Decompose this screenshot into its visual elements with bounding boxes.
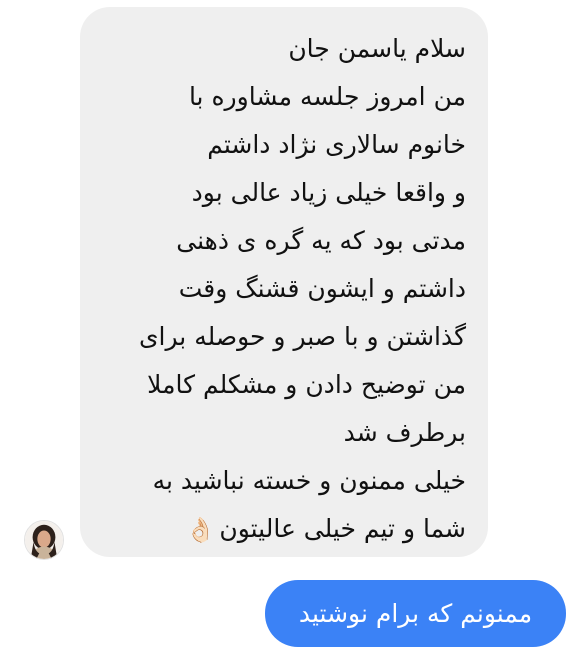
message-line: داشتم و ایشون قشنگ وقت	[178, 274, 466, 303]
message-line: برطرف شد	[343, 418, 466, 447]
ok-hand-icon: 👌🏻	[185, 516, 216, 544]
chat-thread: سلام یاسمن جان من امروز جلسه مشاوره با خ…	[0, 0, 576, 663]
sender-avatar[interactable]	[24, 520, 64, 560]
profile-photo-icon	[25, 521, 63, 559]
message-line: مدتی بود که یه گره ی ذهنی	[176, 226, 466, 255]
message-line: خانوم سالاری نژاد داشتم	[207, 130, 466, 159]
message-last-line: شما و تیم خیلی عالیتون👌🏻	[102, 505, 466, 554]
message-line-text: شما و تیم خیلی عالیتون	[219, 514, 466, 543]
message-line: سلام یاسمن جان	[288, 34, 466, 63]
message-line: و واقعا خیلی زیاد عالی بود	[191, 178, 466, 207]
message-line: گذاشتن و با صبر و حوصله برای	[138, 322, 466, 351]
outgoing-message-bubble[interactable]: ممنونم که برام نوشتید	[265, 580, 566, 647]
message-line: خیلی ممنون و خسته نباشید به	[152, 466, 466, 495]
message-line: من امروز جلسه مشاوره با	[188, 82, 466, 111]
message-line: من توضیح دادن و مشکلم کاملا	[147, 370, 466, 399]
outgoing-message-text: ممنونم که برام نوشتید	[298, 599, 533, 628]
incoming-message-bubble[interactable]: سلام یاسمن جان من امروز جلسه مشاوره با خ…	[80, 7, 488, 557]
